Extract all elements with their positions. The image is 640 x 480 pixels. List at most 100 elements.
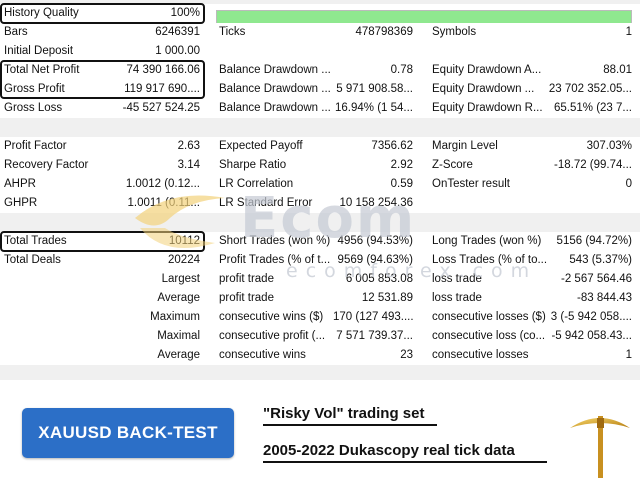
equity-dd-max-value: 23 702 352.05...	[548, 83, 632, 95]
z-score-value: -18.72 (99.74...	[554, 159, 632, 171]
sharpe-ratio-value: 2.92	[390, 159, 413, 171]
average-consecutive-label: Average	[157, 349, 200, 361]
symbols-label: Symbols	[432, 26, 477, 38]
equity-dd-abs-label: Equity Drawdown A...	[432, 64, 542, 76]
stats-row-maximum: Maximum consecutive wins ($) 170 (127 49…	[0, 308, 640, 327]
ahpr-label: AHPR	[4, 178, 36, 190]
bars-label: Bars	[4, 26, 28, 38]
gold-pickaxe-icon	[570, 416, 630, 478]
gross-loss-value: -45 527 524.25	[122, 102, 200, 114]
avg-consecutive-losses-value: 1	[625, 349, 632, 361]
stats-row-average: Average profit trade 12 531.89 loss trad…	[0, 289, 640, 308]
max-consecutive-wins-value: 170 (127 493....	[333, 311, 413, 323]
balance-dd-abs-value: 0.78	[390, 64, 413, 76]
tick-data-caption: 2005-2022 Dukascopy real tick data	[263, 442, 515, 459]
profit-trades-value: 9569 (94.63%)	[337, 254, 413, 266]
stats-row-ahpr: AHPR 1.0012 (0.12... LR Correlation 0.59…	[0, 175, 640, 194]
recovery-factor-value: 3.14	[177, 159, 200, 171]
stats-row-ghpr: GHPR 1.0011 (0.11... LR Standard Error 1…	[0, 194, 640, 213]
largest-loss-trade-value: -2 567 564.46	[561, 273, 632, 285]
equity-dd-abs-value: 88.01	[603, 64, 632, 76]
balance-dd-max-value: 5 971 908.58...	[336, 83, 413, 95]
trading-set-underline	[263, 424, 437, 426]
maximal-consecutive-profit-value: 7 571 739.37...	[336, 330, 413, 342]
ahpr-value: 1.0012 (0.12...	[125, 178, 200, 190]
balance-dd-rel-label: Balance Drawdown ...	[219, 102, 331, 114]
lr-correlation-label: LR Correlation	[219, 178, 294, 190]
lr-standard-error-value: 10 158 254.36	[339, 197, 413, 209]
gross-loss-label: Gross Loss	[4, 102, 63, 114]
profit-trades-label: Profit Trades (% of t...	[219, 254, 331, 266]
average-profit-trade-value: 12 531.89	[361, 292, 413, 304]
loss-trades-label: Loss Trades (% of to...	[432, 254, 548, 266]
margin-level-value: 307.03%	[586, 140, 632, 152]
maximal-consecutive-loss-value: -5 942 058.43...	[551, 330, 632, 342]
long-trades-value: 5156 (94.72%)	[556, 235, 632, 247]
short-trades-value: 4956 (94.53%)	[337, 235, 413, 247]
stats-row-deposit: Initial Deposit 1 000.00	[0, 42, 640, 61]
highlight-profit	[0, 60, 205, 99]
equity-dd-rel-value: 65.51% (23 7...	[554, 102, 632, 114]
highlight-history-quality	[0, 3, 205, 24]
long-trades-label: Long Trades (won %)	[432, 235, 542, 247]
max-consecutive-losses-label: consecutive losses ($)	[432, 311, 546, 323]
margin-level-label: Margin Level	[432, 140, 498, 152]
largest-profit-trade-value: 6 005 853.08	[345, 273, 413, 285]
lr-correlation-value: 0.59	[390, 178, 413, 190]
ontester-result-value: 0	[625, 178, 632, 190]
max-consecutive-wins-label: consecutive wins ($)	[219, 311, 324, 323]
average-loss-trade-value: -83 844.43	[577, 292, 632, 304]
max-consecutive-losses-value: 3 (-5 942 058....	[550, 311, 632, 323]
ghpr-value: 1.0011 (0.11...	[127, 197, 200, 209]
maximal-label: Maximal	[157, 330, 200, 342]
balance-dd-rel-value: 16.94% (1 54...	[335, 102, 413, 114]
expected-payoff-value: 7356.62	[371, 140, 413, 152]
stats-row-recovery: Recovery Factor 3.14 Sharpe Ratio 2.92 Z…	[0, 156, 640, 175]
average-label: Average	[157, 292, 200, 304]
highlight-total-trades	[0, 231, 205, 252]
avg-consecutive-wins-value: 23	[400, 349, 413, 361]
sharpe-ratio-label: Sharpe Ratio	[219, 159, 287, 171]
stats-row-average-consecutive: Average consecutive wins 23 consecutive …	[0, 346, 640, 365]
symbols-value: 1	[625, 26, 632, 38]
balance-dd-abs-label: Balance Drawdown ...	[219, 64, 331, 76]
equity-dd-rel-label: Equity Drawdown R...	[432, 102, 543, 114]
backtest-report: History Quality 100% Bars 6246391 Ticks …	[0, 0, 640, 380]
stats-row-bars: Bars 6246391 Ticks 478798369 Symbols 1	[0, 23, 640, 42]
stats-row-gross-loss: Gross Loss -45 527 524.25 Balance Drawdo…	[0, 99, 640, 118]
total-deals-value: 20224	[168, 254, 200, 266]
short-trades-label: Short Trades (won %)	[219, 235, 331, 247]
total-deals-label: Total Deals	[4, 254, 61, 266]
stats-row-maximal: Maximal consecutive profit (... 7 571 73…	[0, 327, 640, 346]
ontester-result-label: OnTester result	[432, 178, 510, 190]
avg-consecutive-losses-label: consecutive losses	[432, 349, 529, 361]
lr-standard-error-label: LR Standard Error	[219, 197, 313, 209]
ticks-value: 478798369	[355, 26, 413, 38]
z-score-label: Z-Score	[432, 159, 473, 171]
largest-profit-trade-label: profit trade	[219, 273, 274, 285]
stats-row-largest: Largest profit trade 6 005 853.08 loss t…	[0, 270, 640, 289]
recovery-factor-label: Recovery Factor	[4, 159, 89, 171]
xauusd-backtest-badge: XAUUSD BACK-TEST	[22, 408, 234, 458]
loss-trades-value: 543 (5.37%)	[569, 254, 632, 266]
largest-loss-trade-label: loss trade	[432, 273, 482, 285]
balance-dd-max-label: Balance Drawdown ...	[219, 83, 331, 95]
maximal-consecutive-loss-label: consecutive loss (co...	[432, 330, 546, 342]
initial-deposit-label: Initial Deposit	[4, 45, 74, 57]
ticks-label: Ticks	[219, 26, 246, 38]
stats-row-profit-factor: Profit Factor 2.63 Expected Payoff 7356.…	[0, 137, 640, 156]
ghpr-label: GHPR	[4, 197, 38, 209]
bars-value: 6246391	[155, 26, 200, 38]
trading-set-caption: "Risky Vol" trading set	[263, 405, 425, 422]
expected-payoff-label: Expected Payoff	[219, 140, 303, 152]
maximal-consecutive-profit-label: consecutive profit (...	[219, 330, 326, 342]
profit-factor-value: 2.63	[177, 140, 200, 152]
average-loss-trade-label: loss trade	[432, 292, 482, 304]
stats-row-total-deals: Total Deals 20224 Profit Trades (% of t.…	[0, 251, 640, 270]
maximum-label: Maximum	[150, 311, 200, 323]
tick-data-underline	[263, 461, 547, 463]
initial-deposit-value: 1 000.00	[155, 45, 200, 57]
profit-factor-label: Profit Factor	[4, 140, 67, 152]
avg-consecutive-wins-label: consecutive wins	[219, 349, 306, 361]
largest-label: Largest	[161, 273, 200, 285]
